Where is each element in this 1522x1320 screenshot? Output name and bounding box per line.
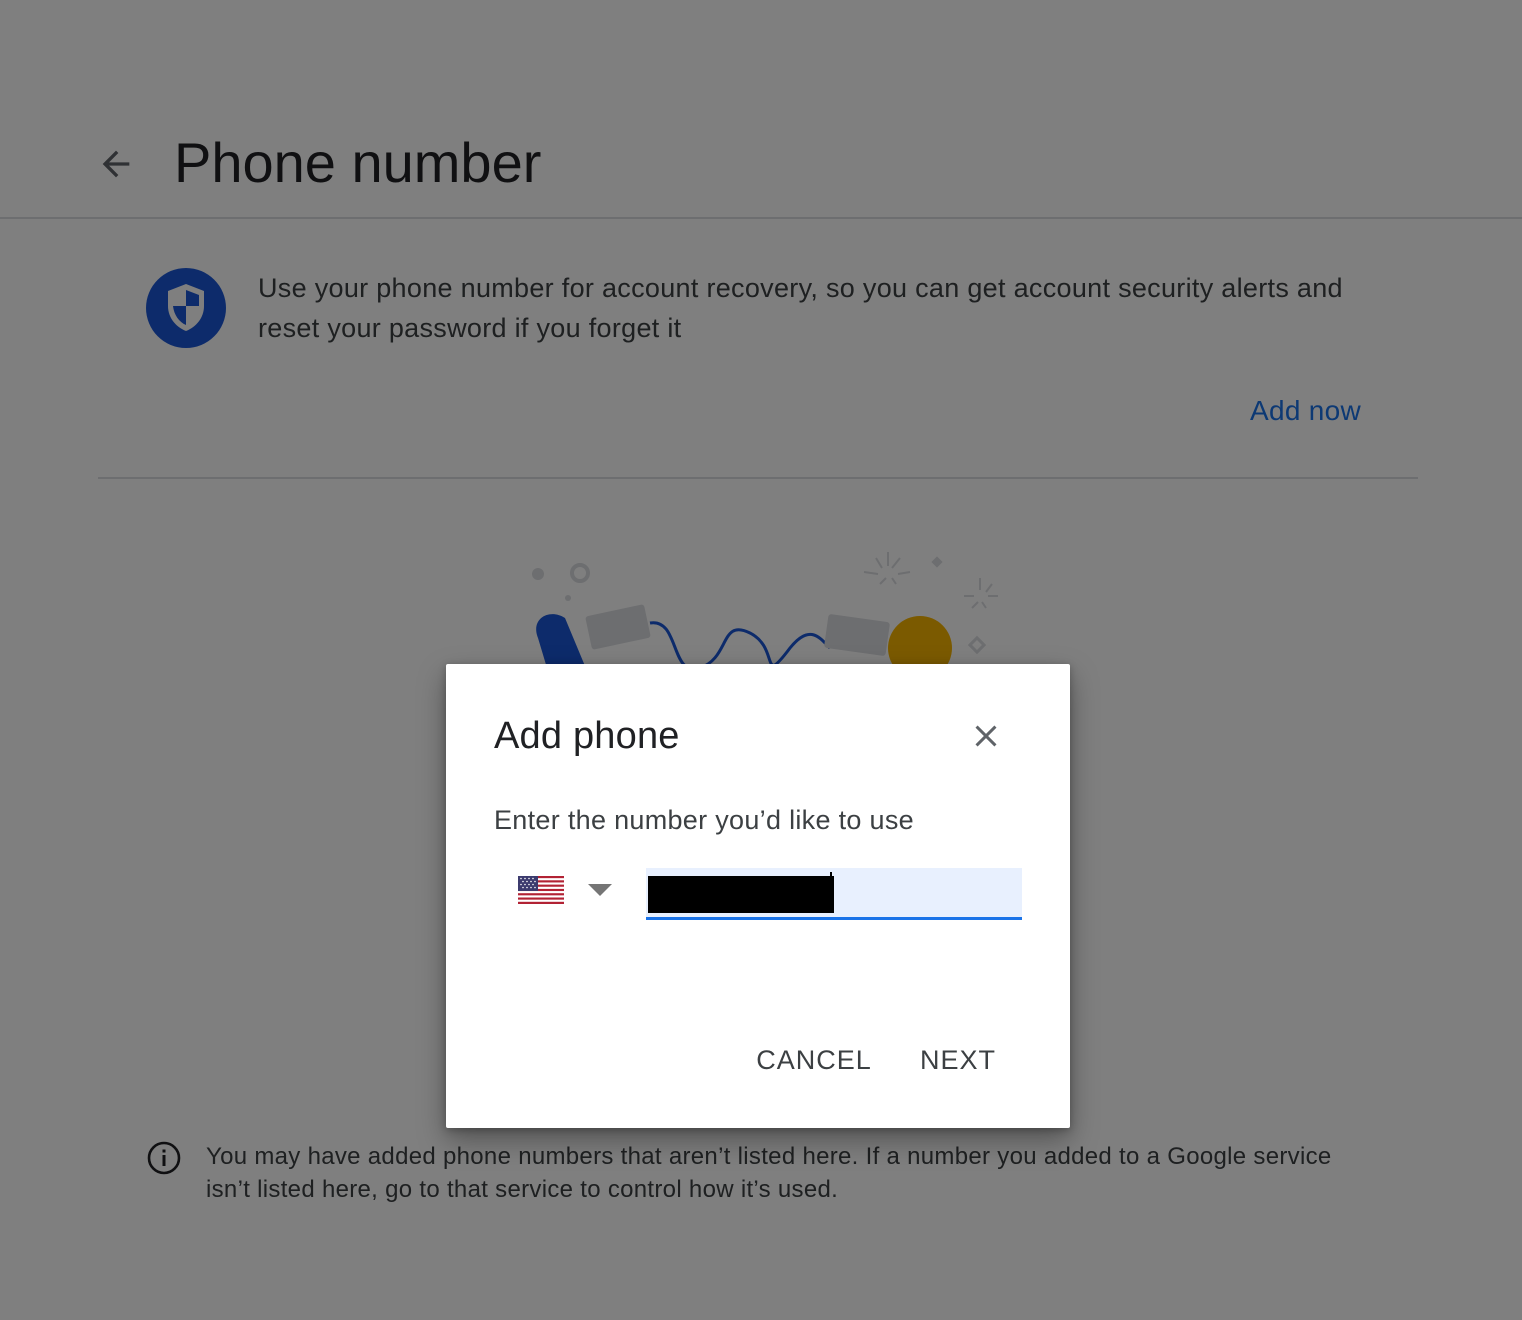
close-button[interactable] [962,712,1010,760]
cancel-button[interactable]: CANCEL [740,1038,888,1082]
text-caret [830,872,832,912]
close-icon [975,725,997,747]
add-phone-dialog: Add phone Enter the number you’d like to… [446,664,1070,1128]
redaction-bar [648,876,834,913]
phone-number-field[interactable] [646,868,1022,920]
dialog-title: Add phone [494,715,680,757]
country-code-select[interactable] [506,870,626,914]
us-flag-icon [518,876,564,904]
dialog-prompt: Enter the number you’d like to use [494,805,914,835]
next-button[interactable]: NEXT [908,1038,1008,1082]
arrow-drop-down-icon [588,884,612,896]
